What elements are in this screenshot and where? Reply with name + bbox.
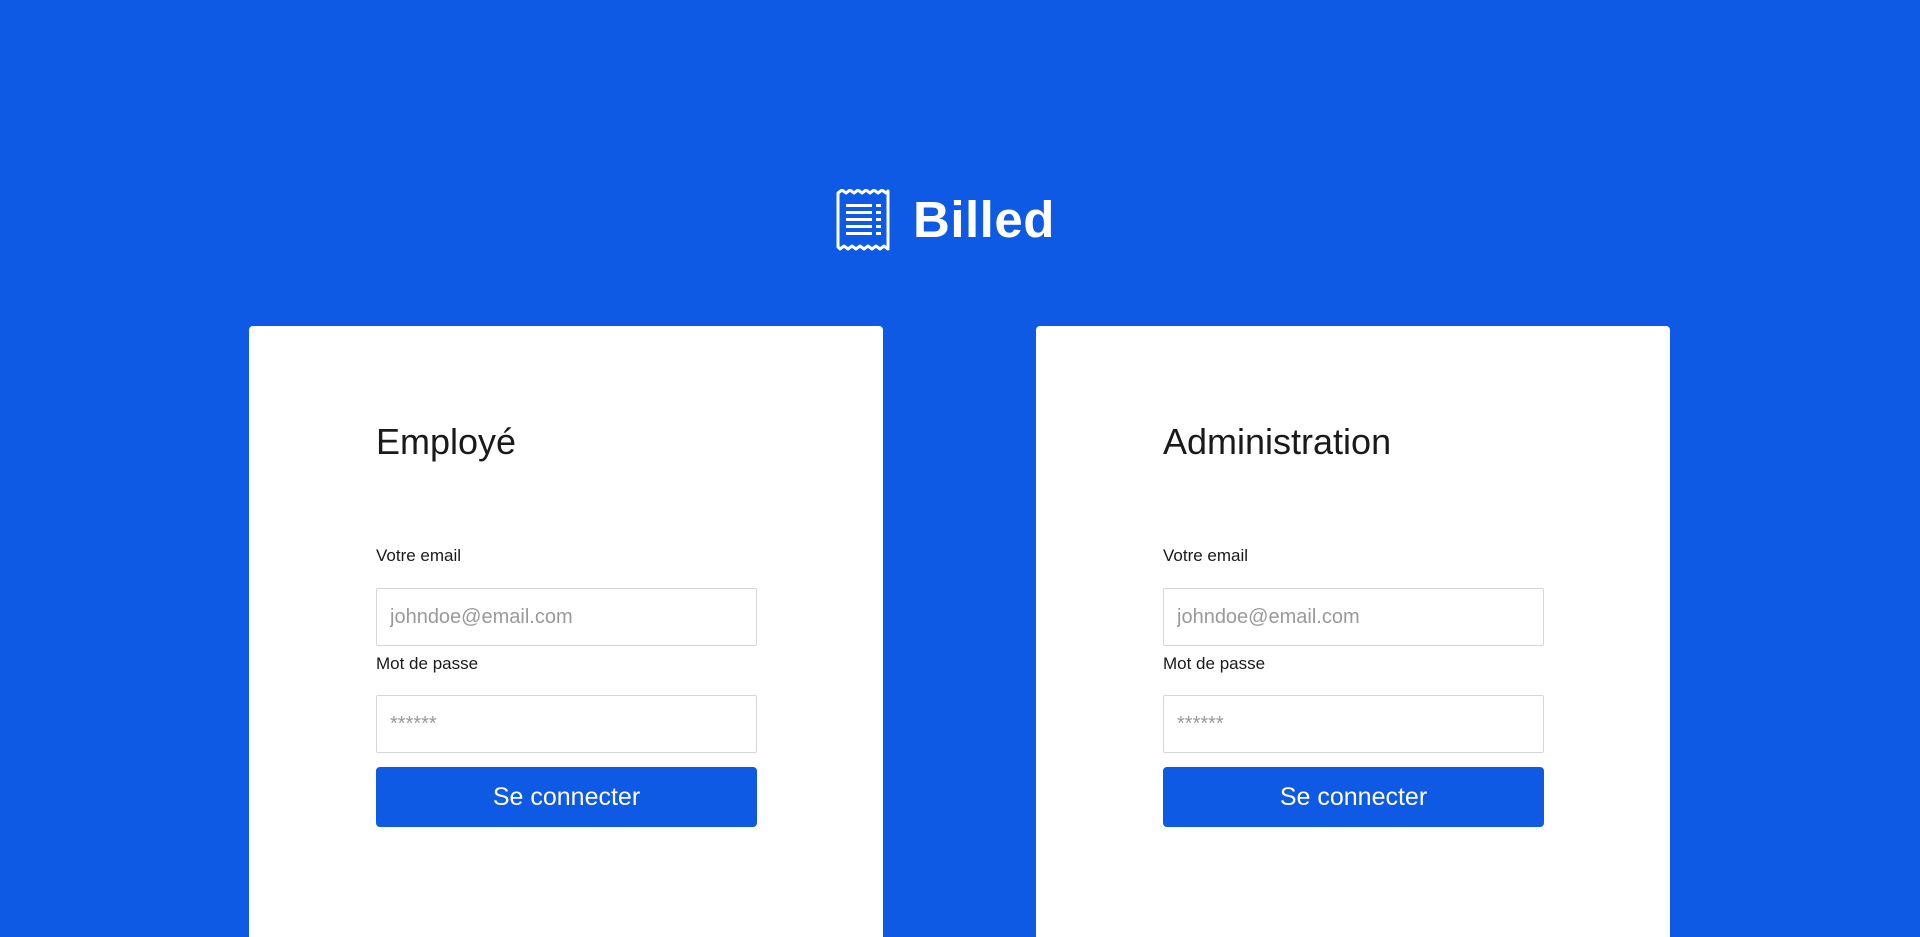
- employee-login-button[interactable]: Se connecter: [376, 767, 757, 827]
- employee-password-label: Mot de passe: [376, 654, 479, 673]
- login-page: Billed Employé Votre email Mot de passe …: [0, 0, 1920, 937]
- app-title: Billed: [913, 191, 1055, 248]
- receipt-icon: [836, 189, 890, 251]
- admin-login-button[interactable]: Se connecter: [1163, 767, 1544, 827]
- employee-login-card: Employé Votre email Mot de passe Se conn…: [249, 326, 883, 937]
- admin-card-title: Administration: [1163, 421, 1392, 462]
- employee-password-input[interactable]: [376, 695, 757, 753]
- admin-login-card: Administration Votre email Mot de passe …: [1036, 326, 1670, 937]
- employee-card-title: Employé: [376, 421, 517, 462]
- employee-email-input[interactable]: [376, 588, 757, 646]
- admin-password-label: Mot de passe: [1163, 654, 1266, 673]
- brand-header: Billed: [835, 188, 1055, 252]
- admin-password-input[interactable]: [1163, 695, 1544, 753]
- employee-email-label: Votre email: [376, 546, 462, 565]
- admin-email-input[interactable]: [1163, 588, 1544, 646]
- admin-email-label: Votre email: [1163, 546, 1249, 565]
